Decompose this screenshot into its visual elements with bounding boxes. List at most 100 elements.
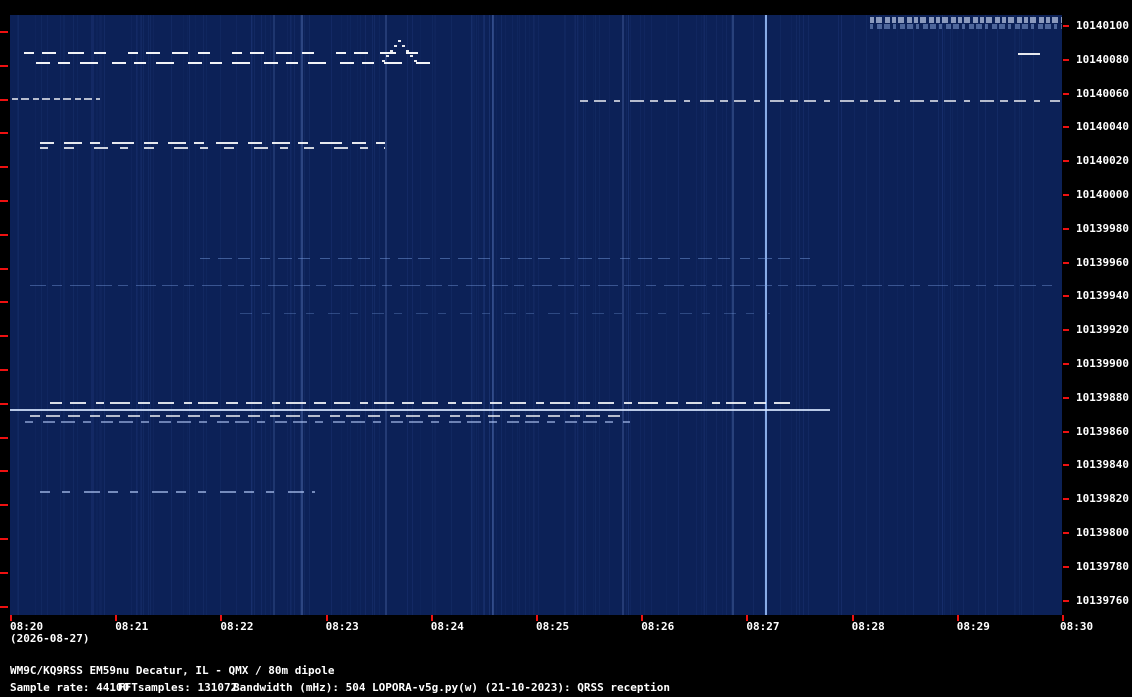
noise-streak	[703, 15, 704, 615]
noise-streak	[91, 15, 92, 615]
signal-trace	[40, 147, 48, 149]
faint-trace	[518, 258, 532, 259]
signal-trace	[80, 62, 98, 64]
signal-trace	[638, 402, 658, 404]
signal-trace	[257, 421, 265, 423]
signal-trace	[1052, 17, 1058, 23]
faint-trace	[796, 285, 816, 286]
signal-trace	[25, 421, 33, 423]
signal-trace	[176, 491, 186, 493]
freq-label: 10139880	[1076, 390, 1129, 404]
noise-streak	[287, 15, 288, 615]
time-label: 08:24	[430, 620, 464, 633]
noise-streak	[640, 15, 641, 615]
signal-trace	[992, 24, 997, 29]
time-tick	[1062, 615, 1064, 621]
faint-trace	[560, 258, 570, 259]
signal-trace	[1008, 17, 1014, 23]
signal-trace	[62, 491, 70, 493]
noise-streak	[478, 15, 479, 615]
time-tick	[325, 615, 328, 621]
signal-trace	[220, 491, 236, 493]
left-tick	[0, 233, 8, 236]
faint-trace	[658, 313, 666, 314]
noise-streak	[534, 15, 535, 615]
noise-streak	[206, 15, 207, 615]
faint-trace	[30, 285, 46, 286]
noise-streak	[471, 15, 472, 615]
freq-label: 10139900	[1076, 357, 1129, 370]
signal-trace	[999, 24, 1005, 29]
signal-trace	[177, 421, 191, 423]
noise-streak	[136, 15, 137, 615]
signal-trace	[373, 421, 381, 423]
signal-trace	[272, 402, 280, 404]
signal-trace	[962, 24, 965, 29]
signal-trace	[54, 98, 60, 100]
noise-streak	[183, 15, 184, 615]
signal-trace	[623, 421, 630, 423]
signal-trace	[402, 402, 414, 404]
noise-streak	[360, 15, 361, 615]
faint-trace	[598, 285, 618, 286]
faint-trace	[394, 313, 402, 314]
noise-streak	[432, 15, 433, 615]
freq-label: 10139960	[1076, 255, 1129, 269]
noise-streak	[473, 15, 474, 615]
signal-trace	[168, 142, 186, 144]
signal-trace	[64, 147, 74, 149]
freq-label: 10139980	[1076, 221, 1129, 235]
signal-trace	[874, 100, 886, 102]
faint-trace	[592, 313, 604, 314]
signal-trace	[578, 402, 590, 404]
noise-streak	[290, 15, 291, 615]
signal-trace	[314, 402, 326, 404]
signal-trace	[40, 491, 50, 493]
noise-streak	[189, 15, 190, 615]
noise-streak	[626, 15, 627, 615]
signal-trace	[870, 24, 873, 29]
noise-streak	[331, 15, 332, 615]
signal-trace	[1030, 17, 1036, 23]
noise-streak	[583, 15, 584, 615]
signal-trace	[510, 415, 520, 417]
left-tick	[0, 538, 8, 540]
faint-trace	[724, 313, 736, 314]
signal-trace	[232, 62, 250, 64]
signal-trace	[94, 147, 108, 149]
signal-trace	[467, 421, 481, 423]
signal-trace	[68, 415, 80, 417]
signal-trace	[302, 52, 314, 54]
noise-streak	[17, 15, 18, 615]
freq-label: 10139760	[1076, 593, 1129, 607]
signal-trace	[570, 415, 580, 417]
left-tick	[0, 436, 8, 439]
signal-trace	[198, 52, 210, 54]
faint-trace	[382, 285, 392, 286]
faint-trace	[638, 258, 652, 259]
freq-label: 10140060	[1076, 86, 1129, 100]
signal-trace	[986, 17, 992, 23]
noise-streak	[484, 15, 485, 615]
signal-trace	[144, 147, 154, 149]
signal-trace	[158, 402, 174, 404]
signal-trace	[42, 52, 56, 54]
freq-label: 10140080	[1076, 52, 1129, 66]
signal-trace	[936, 17, 940, 23]
signal-trace	[172, 52, 188, 54]
noise-streak	[985, 15, 986, 615]
signal-trace	[152, 491, 168, 493]
signal-trace	[110, 402, 130, 404]
noise-streak	[957, 15, 958, 615]
signal-trace	[248, 142, 262, 144]
signal-trace	[250, 52, 264, 54]
noise-streak	[92, 15, 93, 615]
signal-trace	[490, 402, 502, 404]
noise-streak	[357, 15, 358, 615]
signal-trace	[280, 147, 288, 149]
faint-trace	[118, 285, 128, 286]
signal-trace	[1014, 100, 1026, 102]
signal-trace	[266, 491, 274, 493]
freq-label: 10139840	[1076, 458, 1129, 472]
signal-trace	[376, 142, 385, 144]
